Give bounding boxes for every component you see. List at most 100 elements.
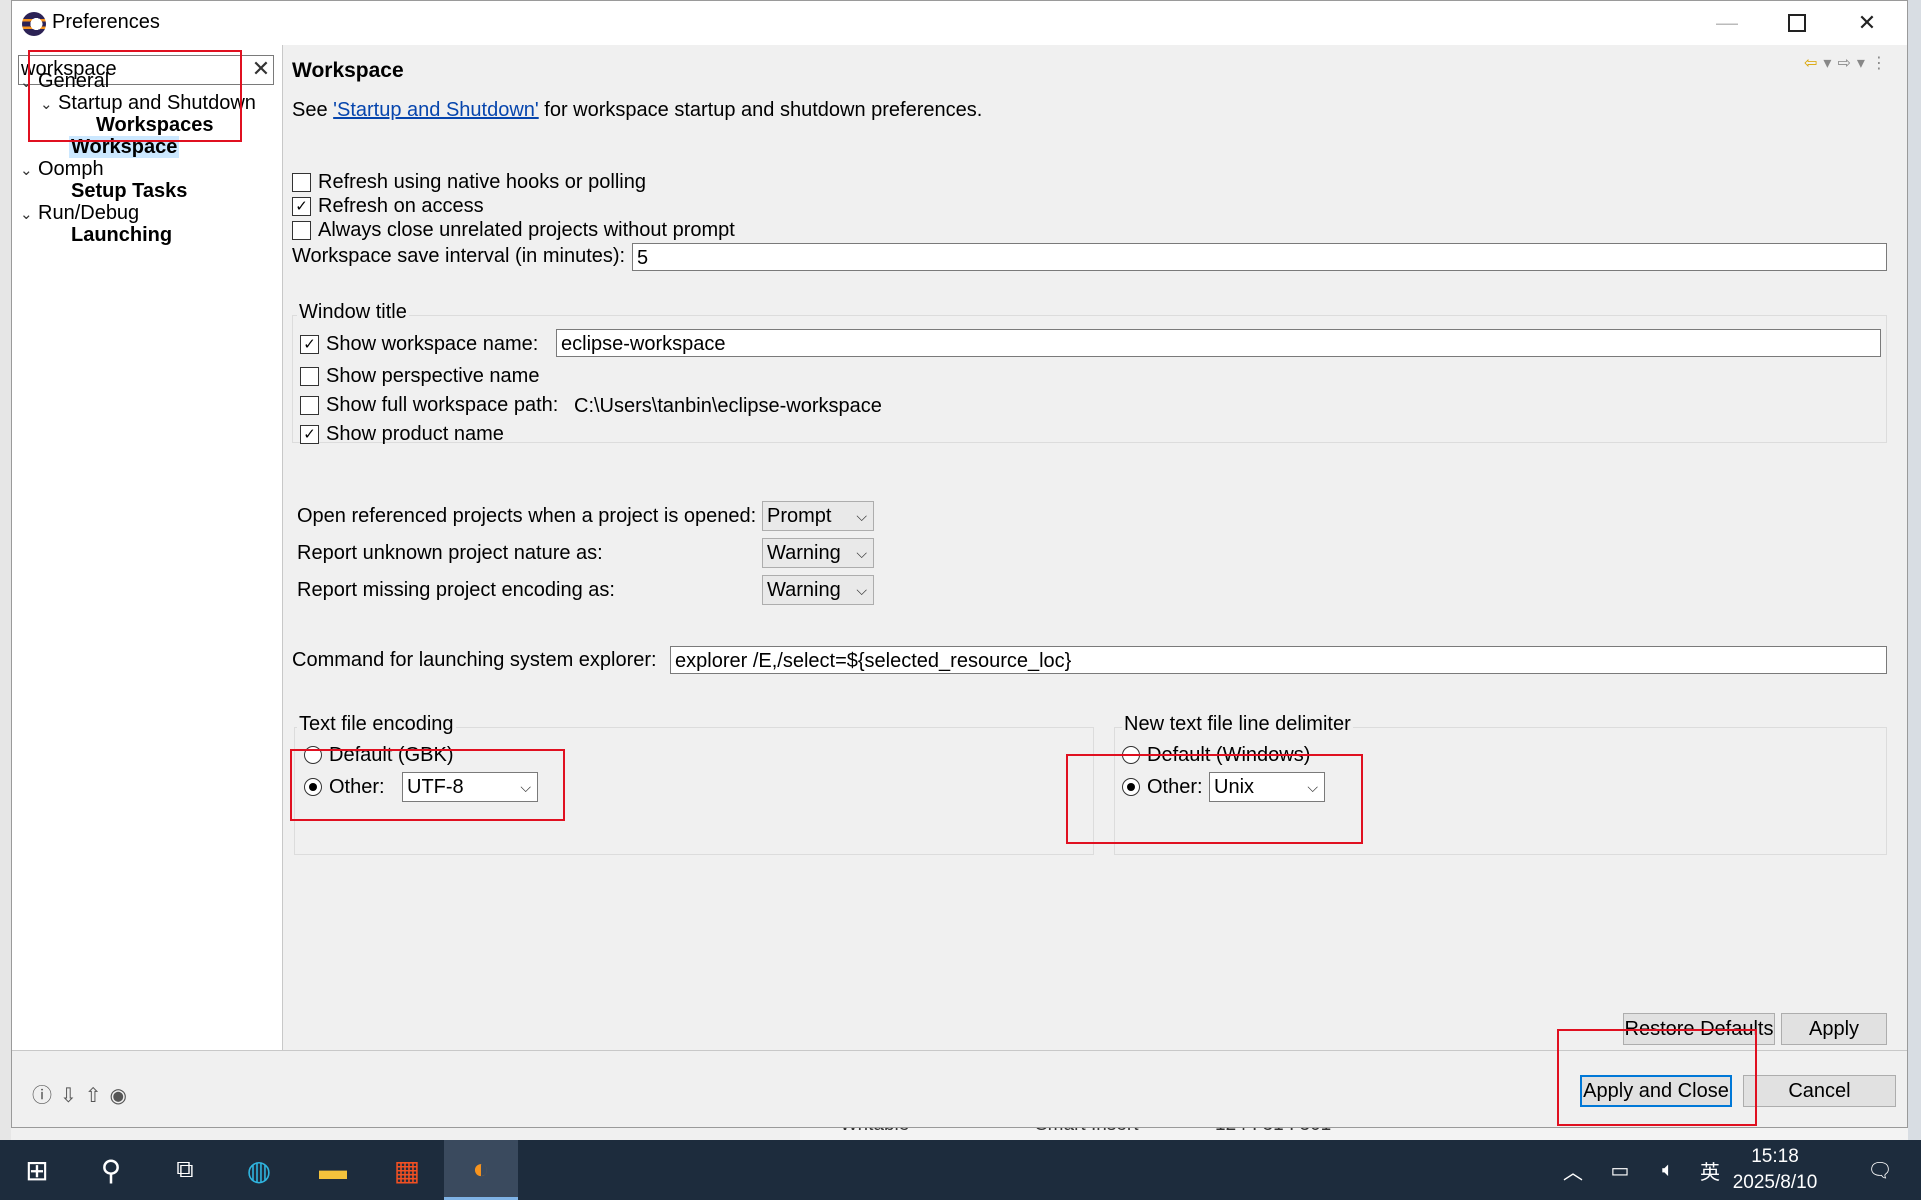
checkbox-label: Show perspective name — [326, 364, 540, 387]
close-icon: ✕ — [1857, 10, 1877, 35]
delimiter-default-radio[interactable]: Default (Windows) — [1122, 742, 1310, 768]
show-product-name-checkbox[interactable]: ✓ Show product name — [300, 421, 504, 447]
preference-tree-panel: ✕ ⌄General ⌄Startup and Shutdown Workspa… — [12, 45, 283, 1051]
radio-label: Other: — [329, 775, 385, 798]
text-encoding-group-label: Text file encoding — [297, 713, 456, 736]
network-icon[interactable]: ▭ — [1600, 1140, 1640, 1200]
volume-icon[interactable]: 🔈︎ — [1648, 1140, 1688, 1200]
checkbox-box[interactable]: ✓ — [300, 334, 319, 354]
refresh-native-hooks-checkbox[interactable]: Refresh using native hooks or polling — [292, 169, 646, 195]
refresh-on-access-checkbox[interactable]: ✓ Refresh on access — [292, 193, 484, 219]
chevron-down-icon: ⌵ — [520, 779, 531, 795]
open-referenced-select[interactable]: Prompt ⌵ — [762, 501, 874, 531]
select-value: Warning — [767, 542, 841, 564]
background-left-strip — [0, 0, 11, 1140]
file-explorer-icon[interactable]: ▬ — [296, 1140, 370, 1200]
encoding-other-select[interactable]: UTF-8 ⌵ — [402, 772, 538, 802]
missing-encoding-select[interactable]: Warning ⌵ — [762, 575, 874, 605]
radio-button[interactable] — [1122, 778, 1140, 796]
delimiter-other-radio[interactable]: Other: — [1122, 774, 1203, 800]
back-menu-icon[interactable]: ▾ — [1823, 55, 1831, 72]
radio-button[interactable] — [1122, 746, 1140, 764]
encoding-other-radio[interactable]: Other: — [304, 774, 385, 800]
checkbox-box[interactable] — [300, 395, 319, 415]
task-view-icon[interactable]: ⧉ — [148, 1140, 222, 1200]
full-workspace-path: C:\Users\tanbin\eclipse-workspace — [574, 395, 882, 417]
maximize-button[interactable] — [1762, 1, 1832, 45]
missing-encoding-label: Report missing project encoding as: — [297, 579, 615, 601]
unknown-nature-label: Report unknown project nature as: — [297, 542, 603, 564]
show-perspective-name-checkbox[interactable]: Show perspective name — [300, 363, 539, 389]
back-arrow-icon[interactable]: ⇦ — [1804, 55, 1817, 72]
radio-button[interactable] — [304, 778, 322, 796]
clear-filter-icon[interactable]: ✕ — [251, 56, 271, 82]
page-navigation: ⇦ ▾ ⇨ ▾ ⋮ — [1804, 53, 1893, 73]
startup-shutdown-hint: See 'Startup and Shutdown' for workspace… — [292, 99, 982, 122]
delimiter-other-select[interactable]: Unix ⌵ — [1209, 772, 1325, 802]
forward-arrow-icon[interactable]: ⇨ — [1837, 55, 1850, 72]
radio-button[interactable] — [304, 746, 322, 764]
maximize-icon — [1788, 14, 1806, 32]
open-referenced-label: Open referenced projects when a project … — [297, 505, 757, 527]
chevron-down-icon: ⌵ — [1307, 779, 1318, 795]
tree-item-launching[interactable]: Launching — [71, 222, 172, 249]
show-hidden-icons-icon[interactable]: ︿ — [1558, 1140, 1588, 1200]
save-interval-input[interactable]: 5 — [632, 243, 1887, 271]
page-title: Workspace — [292, 59, 404, 82]
restore-defaults-button[interactable]: Restore Defaults — [1623, 1013, 1775, 1045]
chevron-down-icon[interactable]: ⌄ — [40, 91, 58, 118]
save-interval-label: Workspace save interval (in minutes): — [292, 245, 626, 267]
checkbox-box[interactable] — [292, 172, 311, 192]
radio-label: Other: — [1147, 775, 1203, 798]
cancel-button[interactable]: Cancel — [1743, 1075, 1896, 1107]
radio-label: Default (GBK) — [329, 743, 454, 766]
startup-shutdown-link[interactable]: 'Startup and Shutdown' — [333, 99, 539, 121]
show-full-path-checkbox[interactable]: Show full workspace path: — [300, 392, 558, 418]
encoding-default-radio[interactable]: Default (GBK) — [304, 742, 453, 768]
taskbar-clock[interactable]: 15:18 2025/8/10 — [1720, 1144, 1830, 1196]
workspace-name-input[interactable]: eclipse-workspace — [556, 329, 1881, 357]
apply-button[interactable]: Apply — [1781, 1013, 1887, 1045]
title-bar[interactable]: Preferences — ✕ — [12, 1, 1907, 45]
apply-and-close-button[interactable]: Apply and Close — [1580, 1075, 1732, 1107]
checkbox-box[interactable] — [300, 366, 319, 386]
tree-item-label: Run/Debug — [38, 202, 140, 224]
checkbox-label: Refresh using native hooks or polling — [318, 170, 646, 193]
clock-date: 2025/8/10 — [1732, 1172, 1818, 1193]
unknown-nature-select[interactable]: Warning ⌵ — [762, 538, 874, 568]
close-button[interactable]: ✕ — [1832, 1, 1902, 45]
select-value: Warning — [767, 579, 841, 601]
help-icon[interactable]: ⓘ — [32, 1079, 52, 1108]
edge-browser-icon[interactable]: ◍ — [222, 1140, 296, 1200]
chevron-down-icon[interactable]: ⌄ — [20, 69, 38, 96]
import-icon[interactable]: ⇩ — [60, 1083, 77, 1108]
select-value: UTF-8 — [407, 776, 464, 798]
select-value: Prompt — [767, 505, 832, 527]
minimize-button[interactable]: — — [1692, 1, 1762, 45]
eclipse-taskbar-icon[interactable]: ◐ — [444, 1140, 518, 1200]
store-icon[interactable]: ▦ — [370, 1140, 444, 1200]
help-toolbar: ⓘ ⇩ ⇧ ◉ — [32, 1079, 135, 1108]
button-bar-separator — [12, 1050, 1907, 1051]
show-workspace-name-checkbox[interactable]: ✓ Show workspace name: — [300, 331, 538, 357]
windows-start-icon[interactable]: ⊞ — [0, 1140, 74, 1200]
record-icon[interactable]: ◉ — [110, 1083, 127, 1108]
chevron-down-icon[interactable]: ⌄ — [20, 201, 38, 228]
always-close-projects-checkbox[interactable]: Always close unrelated projects without … — [292, 217, 735, 243]
explorer-command-label: Command for launching system explorer: — [292, 649, 657, 671]
search-icon[interactable]: ⚲ — [74, 1140, 148, 1200]
chevron-down-icon[interactable]: ⌄ — [20, 157, 38, 184]
checkbox-label: Show product name — [326, 422, 504, 445]
clock-time: 15:18 — [1751, 1146, 1799, 1167]
notifications-icon[interactable]: 🗨︎ — [1850, 1140, 1910, 1200]
export-icon[interactable]: ⇧ — [85, 1083, 102, 1108]
checkbox-box[interactable]: ✓ — [292, 196, 311, 216]
forward-menu-icon[interactable]: ▾ — [1857, 55, 1865, 72]
checkbox-box[interactable]: ✓ — [300, 424, 319, 444]
chevron-down-icon: ⌵ — [856, 508, 867, 524]
tree-item-label: Workspace — [69, 136, 180, 158]
checkbox-box[interactable] — [292, 220, 311, 240]
more-options-icon[interactable]: ⋮ — [1871, 55, 1887, 72]
explorer-command-input[interactable]: explorer /E,/select=${selected_resource_… — [670, 646, 1887, 674]
tree-item-label: Startup and Shutdown — [58, 92, 256, 114]
